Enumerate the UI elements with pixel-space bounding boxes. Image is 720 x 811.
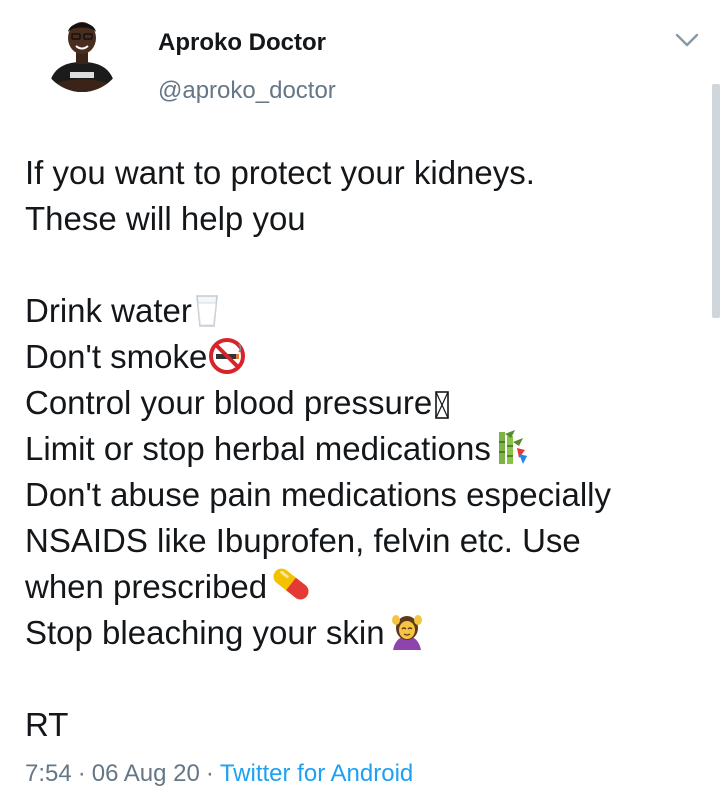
user-handle[interactable]: @aproko_doctor xyxy=(158,77,336,105)
bamboo-decoration-icon xyxy=(498,430,527,464)
chevron-down-icon[interactable] xyxy=(674,30,700,50)
tweet-line: Don't abuse pain medications especially xyxy=(25,476,611,513)
missing-glyph-icon xyxy=(435,391,450,419)
meta-separator: · xyxy=(77,760,86,787)
tweet-line: These will help you xyxy=(25,200,306,237)
tweet-line: If you want to protect your kidneys. xyxy=(25,154,535,191)
tweet-date: 06 Aug 20 xyxy=(91,760,200,787)
avatar[interactable] xyxy=(40,8,124,92)
tweet-line-skin: Stop bleaching your skin xyxy=(25,610,705,656)
no-smoking-icon xyxy=(209,338,246,374)
scrollbar[interactable] xyxy=(712,84,720,318)
glass-of-milk-icon xyxy=(195,295,218,327)
tweet-source-link[interactable]: Twitter for Android xyxy=(220,760,413,787)
meta-separator: · xyxy=(205,760,214,787)
tweet-text: If you want to protect your kidneys. The… xyxy=(25,150,705,748)
tweet-meta: 7:54 · 06 Aug 20 · Twitter for Android xyxy=(25,760,413,788)
tweet-card: Aproko Doctor @aproko_doctor If you want… xyxy=(0,0,720,811)
tweet-line-dont-smoke: Don't smoke xyxy=(25,334,705,380)
tweet-line-blood-pressure: Control your blood pressure xyxy=(25,380,705,426)
tweet-line-prescribed: when prescribed xyxy=(25,564,705,610)
tweet-line-herbal: Limit or stop herbal medications xyxy=(25,426,705,472)
tweet-line-rt: RT xyxy=(25,706,69,743)
pill-icon xyxy=(273,568,309,600)
tweet-line: NSAIDS like Ibuprofen, felvin etc. Use xyxy=(25,522,581,559)
display-name[interactable]: Aproko Doctor xyxy=(158,29,326,57)
woman-getting-massage-icon xyxy=(391,615,422,650)
tweet-time: 7:54 xyxy=(25,760,72,787)
tweet-line-drink-water: Drink water xyxy=(25,288,705,334)
